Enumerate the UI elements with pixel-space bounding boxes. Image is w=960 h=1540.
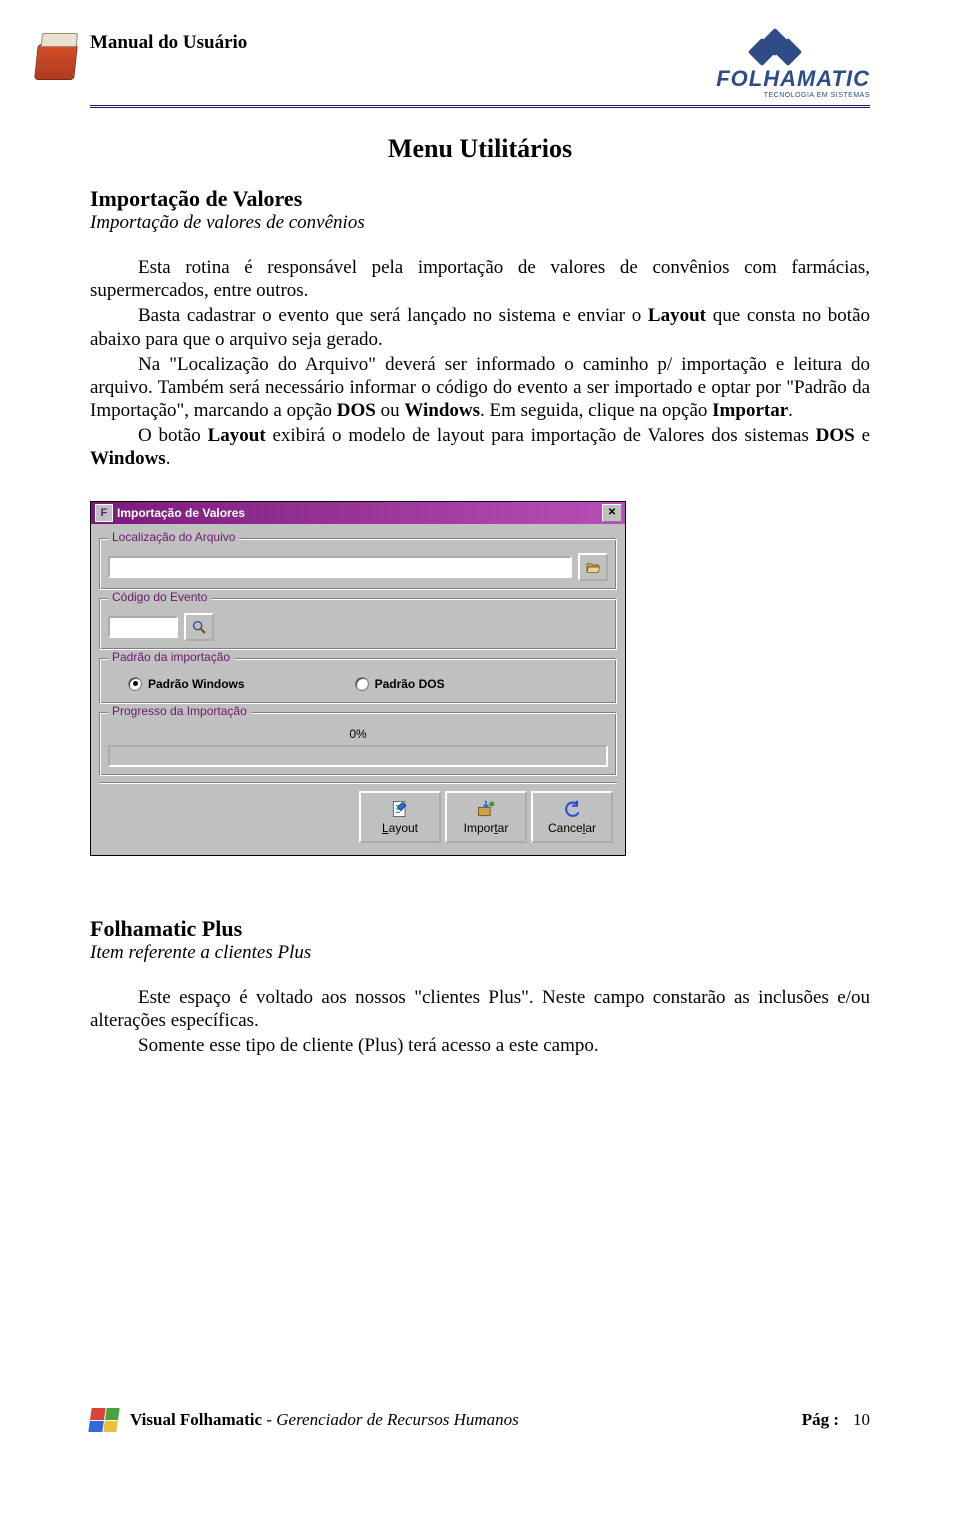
- importar-button[interactable]: Importar: [445, 791, 527, 843]
- radio-icon: [355, 677, 369, 691]
- radio-padrao-windows[interactable]: Padrão Windows: [128, 677, 245, 691]
- section2-p1: Este espaço é voltado aos nossos "client…: [90, 986, 870, 1032]
- text: .: [788, 400, 793, 421]
- radio-label: Padrão Windows: [148, 677, 245, 691]
- section1-p2: Basta cadastrar o evento que será lançad…: [90, 304, 870, 350]
- group-label: Localização do Arquivo: [108, 530, 239, 544]
- section1-p1: Esta rotina é responsável pela importaçã…: [90, 256, 870, 302]
- section1-subtitle: Importação de valores de convênios: [90, 212, 870, 234]
- layout-icon: [390, 799, 410, 819]
- page-heading: Menu Utilitários: [90, 134, 870, 164]
- footer-product: Visual Folhamatic - Gerenciador de Recur…: [130, 1410, 790, 1430]
- button-label: Cancelar: [548, 821, 596, 835]
- event-code-input[interactable]: [108, 616, 178, 638]
- section1-p3: Na "Localização do Arquivo" deverá ser i…: [90, 353, 870, 423]
- button-label: Importar: [464, 821, 509, 835]
- manual-title: Manual do Usuário: [90, 32, 247, 54]
- folder-open-icon: [585, 559, 601, 575]
- section1-p4: O botão Layout exibirá o modelo de layou…: [90, 424, 870, 470]
- dialog-title: Importação de Valores: [117, 506, 245, 520]
- brand-symbol-icon: [752, 32, 798, 66]
- text: exibirá o modelo de layout para importaç…: [266, 425, 816, 446]
- radio-icon: [128, 677, 142, 691]
- mascot-icon: [20, 26, 80, 86]
- button-label: Layout: [382, 821, 418, 835]
- undo-icon: [562, 799, 582, 819]
- text-bold: DOS: [816, 425, 855, 446]
- section1-title: Importação de Valores: [90, 186, 870, 212]
- group-progress: Progresso da Importação 0%: [99, 712, 617, 776]
- text: O botão: [138, 425, 208, 446]
- text: e: [855, 425, 870, 446]
- import-values-dialog: F Importação de Valores ✕ Localização do…: [90, 501, 626, 856]
- dialog-titlebar[interactable]: F Importação de Valores ✕: [91, 502, 625, 524]
- text-bold: Layout: [208, 425, 266, 446]
- cancelar-button[interactable]: Cancelar: [531, 791, 613, 843]
- group-import-standard: Padrão da importação Padrão Windows Padr…: [99, 658, 617, 704]
- text: . Em seguida, clique na opção: [480, 400, 712, 421]
- lookup-button[interactable]: [184, 613, 214, 641]
- section2-subtitle: Item referente a clientes Plus: [90, 942, 870, 964]
- layout-button[interactable]: Layout: [359, 791, 441, 843]
- text: .: [166, 448, 171, 469]
- progress-percent: 0%: [349, 727, 366, 741]
- page-footer: Visual Folhamatic - Gerenciador de Recur…: [90, 1408, 870, 1432]
- text-bold: Importar: [712, 400, 788, 421]
- text-bold: DOS: [337, 400, 376, 421]
- brand-logo: FOLHAMATIC TECNOLOGIA EM SISTEMAS: [680, 32, 870, 99]
- text-bold: Layout: [648, 305, 706, 326]
- text-bold: Windows: [404, 400, 480, 421]
- progress-bar: [108, 745, 608, 767]
- section2-p2: Somente esse tipo de cliente (Plus) terá…: [90, 1034, 870, 1057]
- section2-title: Folhamatic Plus: [90, 916, 870, 942]
- group-label: Padrão da importação: [108, 650, 234, 664]
- group-file-location: Localização do Arquivo: [99, 538, 617, 590]
- footer-page: Pág :10: [802, 1410, 870, 1430]
- group-event-code: Código do Evento: [99, 598, 617, 650]
- text-bold: Windows: [90, 448, 166, 469]
- radio-padrao-dos[interactable]: Padrão DOS: [355, 677, 445, 691]
- header-divider: [90, 105, 870, 108]
- file-path-input[interactable]: [108, 556, 572, 578]
- radio-label: Padrão DOS: [375, 677, 445, 691]
- search-icon: [191, 619, 207, 635]
- page-header: Manual do Usuário FOLHAMATIC TECNOLOGIA …: [90, 32, 870, 99]
- browse-button[interactable]: [578, 553, 608, 581]
- windows-flag-icon: [88, 1408, 119, 1432]
- import-icon: [476, 799, 496, 819]
- close-button[interactable]: ✕: [602, 504, 622, 522]
- group-label: Progresso da Importação: [108, 704, 251, 718]
- app-icon: F: [95, 504, 113, 522]
- brand-tagline: TECNOLOGIA EM SISTEMAS: [680, 92, 870, 99]
- group-label: Código do Evento: [108, 590, 211, 604]
- text: Basta cadastrar o evento que será lançad…: [138, 305, 648, 326]
- text: ou: [376, 400, 405, 421]
- dialog-button-row: Layout Importar Cancelar: [99, 782, 617, 847]
- brand-name: FOLHAMATIC: [680, 66, 870, 92]
